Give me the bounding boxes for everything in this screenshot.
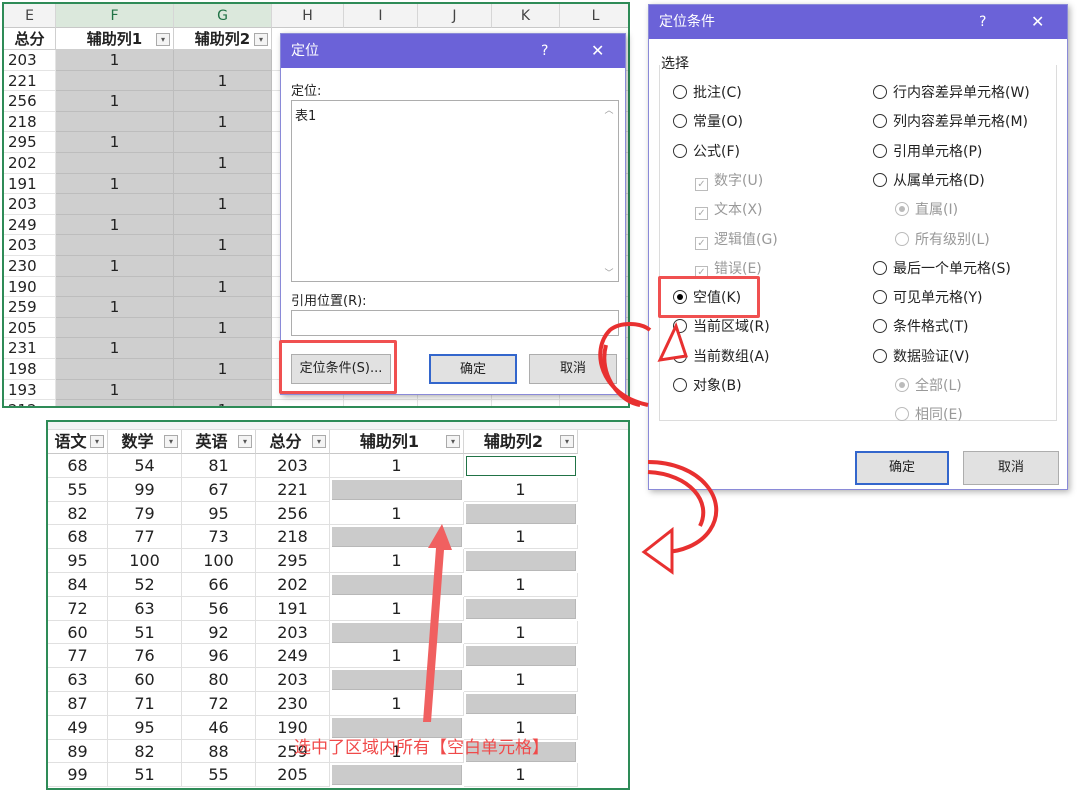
arrowhead-icon xyxy=(657,321,688,362)
curved-arrow-icon xyxy=(647,460,719,554)
arrows-overlay xyxy=(423,321,719,722)
annotation-text: 选中了区域内所有【空白单元格】 xyxy=(294,738,549,758)
arrowhead-icon xyxy=(641,526,674,575)
curved-arrow-icon xyxy=(598,322,652,407)
pointer-arrow-icon xyxy=(423,524,452,722)
